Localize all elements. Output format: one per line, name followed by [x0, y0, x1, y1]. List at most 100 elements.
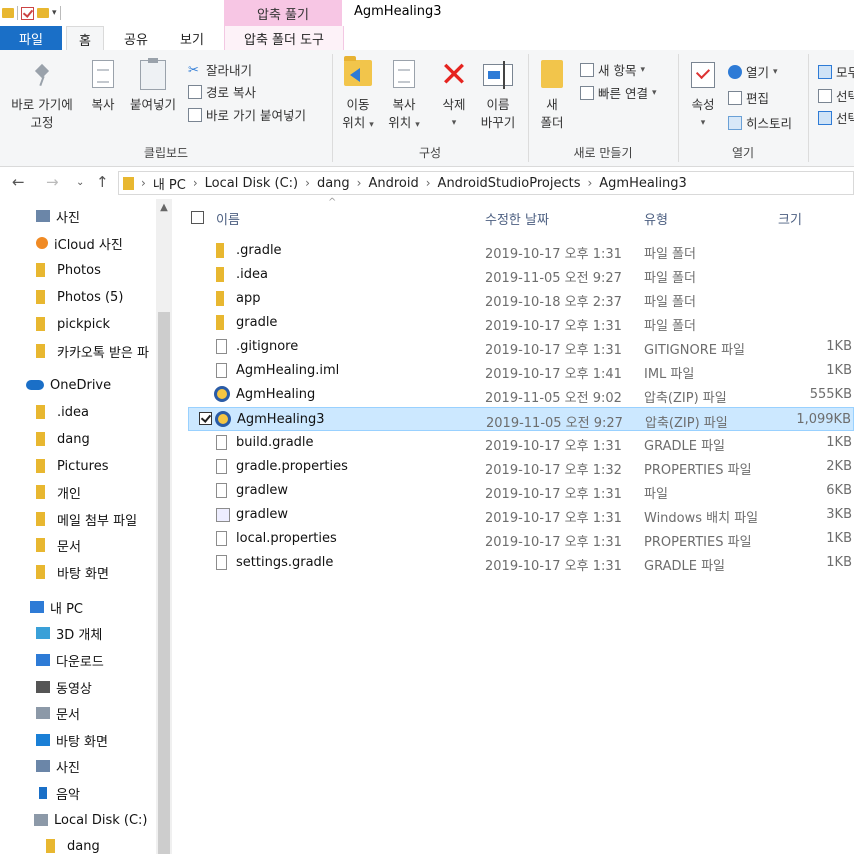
forward-arrow-icon[interactable]: →	[46, 173, 59, 191]
file-row[interactable]: local.properties 2019-10-17 오후 1:31 PROPER…	[188, 527, 854, 551]
breadcrumb-item[interactable]: AndroidStudioProjects	[438, 176, 581, 191]
nav-item-label: 동영상	[56, 681, 92, 697]
select-all-checkbox[interactable]	[191, 211, 204, 224]
file-type: 압축(ZIP) 파일	[644, 391, 727, 406]
cut-button[interactable]: ✂ 잘라내기	[188, 60, 252, 79]
copy-path-icon	[188, 84, 202, 99]
nav-item-label: .idea	[57, 404, 89, 420]
back-arrow-icon[interactable]: ←	[12, 173, 25, 191]
folder-icon	[36, 290, 45, 304]
chevron-down-icon: ▾	[651, 87, 657, 98]
copy-button[interactable]: 복사	[86, 60, 120, 114]
chevron-right-icon[interactable]: ›	[141, 176, 146, 190]
copy-to-button[interactable]: 복사 위치 ▾	[384, 60, 424, 134]
file-row[interactable]: gradlew 2019-10-17 오후 1:31 파일 6KB	[188, 479, 854, 503]
chevron-right-icon[interactable]: ›	[193, 176, 198, 190]
chevron-right-icon[interactable]: ›	[587, 176, 592, 190]
file-row[interactable]: AgmHealing3 2019-11-05 오전 9:27 압축(ZIP) 파일 1…	[188, 407, 854, 431]
group-label-clipboard: 클립보드	[143, 146, 189, 160]
file-row[interactable]: app 2019-10-18 오후 2:37 파일 폴더	[188, 287, 854, 311]
column-header-size[interactable]: 크기	[778, 209, 802, 228]
file-name: local.properties	[236, 531, 337, 546]
edit-button[interactable]: 편집	[728, 88, 769, 107]
delete-icon: ✕	[439, 55, 469, 95]
copy-path-button[interactable]: 경로 복사	[188, 82, 256, 101]
rename-button[interactable]: 이름 바꾸기	[476, 60, 520, 132]
file-name: gradle	[236, 315, 278, 330]
delete-button[interactable]: ✕ 삭제 ▾	[434, 55, 474, 132]
chevron-down-icon: ▾	[700, 118, 706, 128]
recent-locations-chevron-icon[interactable]: ⌄	[76, 177, 84, 188]
invert-selection-button[interactable]: 선택	[818, 108, 854, 127]
file-icon	[216, 435, 227, 450]
breadcrumb-item[interactable]: dang	[317, 176, 350, 191]
file-list: 이름 ^ 수정한 날짜 유형 크기 .gradle 2019-10-17 오후 1…	[172, 197, 854, 854]
pin-icon	[32, 64, 52, 86]
file-row[interactable]: build.gradle 2019-10-17 오후 1:31 GRADLE 파일 1…	[188, 431, 854, 455]
select-all-button[interactable]: 모두	[818, 62, 854, 81]
tab-share[interactable]: 공유	[118, 26, 154, 50]
pin-to-quick-access-button[interactable]: 바로 가기에 고정	[6, 64, 78, 132]
desktop-icon	[36, 734, 50, 746]
file-row[interactable]: gradle 2019-10-17 오후 1:31 파일 폴더	[188, 311, 854, 335]
file-size: 1KB	[826, 531, 852, 546]
nav-item-label: Local Disk (C:)	[54, 812, 148, 828]
file-type: GITIGNORE 파일	[644, 343, 746, 358]
history-button[interactable]: 히스토리	[728, 113, 792, 132]
file-name: gradlew	[236, 483, 289, 498]
copy-to-icon	[393, 60, 415, 88]
new-folder-quick-icon[interactable]	[37, 8, 49, 18]
navigation-bar: ← → ⌄ ↑ › 내 PC › Local Disk (C:) › dang …	[0, 167, 854, 199]
column-header-name[interactable]: 이름	[216, 209, 240, 228]
new-folder-button[interactable]: 새 폴더	[534, 60, 570, 132]
breadcrumb-item[interactable]: 내 PC	[153, 174, 186, 193]
file-row[interactable]: gradlew 2019-10-17 오후 1:31 Windows 배치 파일 3K…	[188, 503, 854, 527]
paste-button[interactable]: 붙여넣기	[126, 58, 180, 114]
nav-item-label: 사진	[56, 210, 80, 226]
customize-quick-access-icon[interactable]: ▾	[52, 8, 57, 18]
file-type: 압축(ZIP) 파일	[645, 416, 728, 431]
file-date: 2019-10-17 오후 1:31	[485, 535, 622, 550]
tab-view[interactable]: 보기	[172, 26, 212, 50]
nav-scrollbar-thumb[interactable]	[158, 312, 170, 854]
chevron-right-icon[interactable]: ›	[305, 176, 310, 190]
edit-label: 편집	[746, 91, 770, 106]
file-row[interactable]: .gradle 2019-10-17 오후 1:31 파일 폴더	[188, 239, 854, 263]
nav-item-label: OneDrive	[50, 377, 112, 393]
new-item-button[interactable]: 새 항목 ▾	[580, 60, 645, 79]
move-to-button[interactable]: 이동 위치 ▾	[338, 56, 378, 134]
properties-quick-icon[interactable]	[21, 6, 34, 20]
file-type: GRADLE 파일	[644, 559, 725, 574]
select-none-button[interactable]: 선택	[818, 86, 854, 105]
column-header-date[interactable]: 수정한 날짜	[485, 209, 549, 228]
breadcrumb-item[interactable]: Local Disk (C:)	[205, 176, 298, 191]
chevron-right-icon[interactable]: ›	[426, 176, 431, 190]
column-header-type[interactable]: 유형	[644, 209, 668, 228]
file-row[interactable]: .gitignore 2019-10-17 오후 1:31 GITIGNORE 파일…	[188, 335, 854, 359]
file-row[interactable]: AgmHealing.iml 2019-10-17 오후 1:41 IML 파일 1K…	[188, 359, 854, 383]
tab-file[interactable]: 파일	[0, 26, 62, 50]
file-row[interactable]: gradle.properties 2019-10-17 오후 1:32 PROPE…	[188, 455, 854, 479]
chevron-right-icon[interactable]: ›	[357, 176, 362, 190]
breadcrumb-item[interactable]: Android	[368, 176, 418, 191]
file-row[interactable]: .idea 2019-11-05 오전 9:27 파일 폴더	[188, 263, 854, 287]
file-row[interactable]: AgmHealing 2019-11-05 오전 9:02 압축(ZIP) 파일 55…	[188, 383, 854, 407]
up-arrow-icon[interactable]: ↑	[96, 173, 109, 191]
delete-dropdown-icon[interactable]: ▾	[434, 114, 474, 132]
tab-compressed-folder-tools[interactable]: 압축 폴더 도구	[224, 26, 344, 50]
row-checkbox[interactable]	[199, 412, 212, 425]
nav-item-label: 3D 개체	[56, 627, 103, 643]
open-button[interactable]: 열기 ▾	[728, 62, 778, 81]
address-bar[interactable]: › 내 PC › Local Disk (C:) › dang › Androi…	[118, 171, 854, 195]
properties-button[interactable]: 속성 ▾	[684, 62, 722, 132]
file-name: AgmHealing	[236, 387, 316, 402]
nav-item[interactable]: OneDrive	[0, 372, 182, 398]
edit-icon	[728, 90, 742, 105]
easy-access-button[interactable]: 빠른 연결 ▾	[580, 83, 657, 102]
paste-shortcut-button[interactable]: 바로 가기 붙여넣기	[188, 105, 306, 124]
breadcrumb-item[interactable]: AgmHealing3	[599, 176, 687, 191]
file-row[interactable]: settings.gradle 2019-10-17 오후 1:31 GRADLE …	[188, 551, 854, 575]
move-to-icon	[344, 56, 372, 86]
tab-home[interactable]: 홈	[66, 26, 104, 51]
scroll-up-icon[interactable]: ▲	[156, 202, 172, 213]
